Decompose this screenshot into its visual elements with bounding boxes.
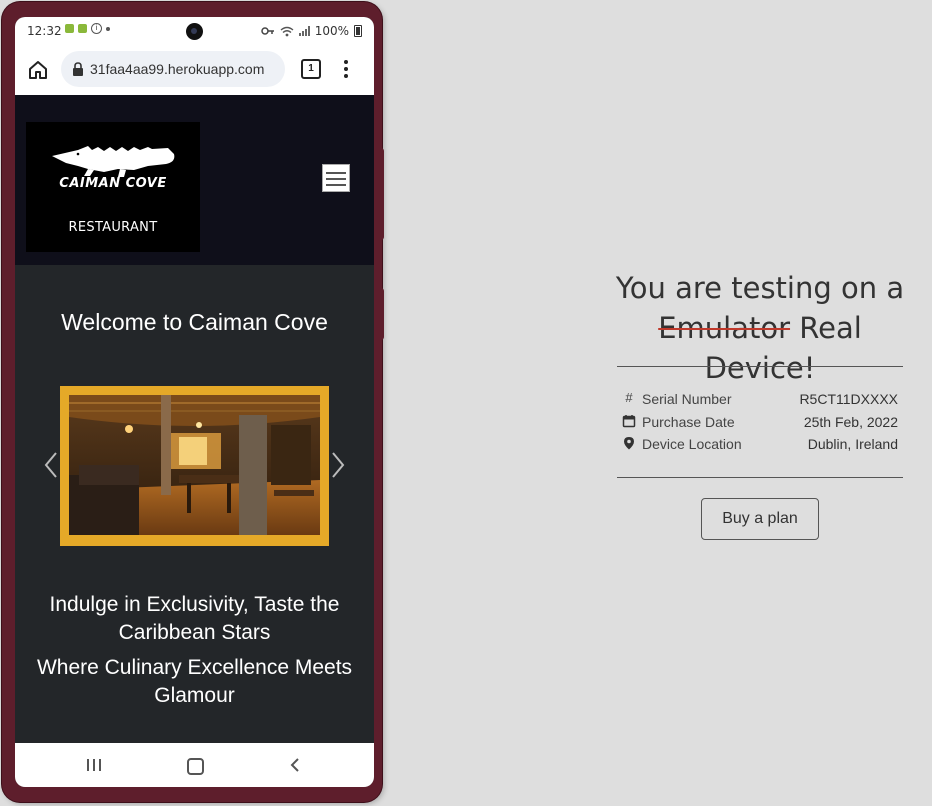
heading-struck-word: Emulator [658, 311, 791, 345]
url-text: 31faa4aa99.herokuapp.com [90, 61, 265, 77]
chevron-left-icon[interactable] [43, 451, 59, 479]
restaurant-interior-image [69, 395, 320, 535]
notification-icons: i [65, 23, 110, 34]
key-icon [260, 27, 274, 35]
volume-button [380, 148, 384, 240]
location-label: Device Location [642, 436, 742, 452]
android-nav-bar [15, 743, 374, 787]
battery-icon [354, 25, 362, 37]
recents-icon[interactable] [87, 759, 101, 771]
home-icon[interactable] [27, 59, 49, 81]
serial-label: Serial Number [642, 391, 732, 407]
site-header: CAIMAN COVE RESTAURANT [15, 95, 374, 265]
device-frame: 12:32 i 100% 31faa4aa99.herokuapp.com 1 … [2, 2, 382, 802]
hash-icon: # [625, 390, 633, 405]
divider [617, 366, 903, 367]
address-bar[interactable]: 31faa4aa99.herokuapp.com [61, 51, 285, 87]
android-icon [78, 24, 87, 33]
info-icon: i [91, 23, 102, 34]
site-logo[interactable]: CAIMAN COVE RESTAURANT [26, 122, 200, 252]
more-notifications-icon [106, 26, 110, 31]
buy-plan-button[interactable]: Buy a plan [701, 498, 819, 540]
panel-heading: You are testing on a Emulator Real Devic… [600, 268, 920, 388]
status-bar: 12:32 i 100% [15, 17, 374, 45]
tagline-secondary: Where Culinary Excellence Meets Glamour [36, 656, 353, 707]
back-icon[interactable] [287, 757, 303, 773]
location-value: Dublin, Ireland [807, 436, 898, 452]
purchase-label: Purchase Date [642, 414, 735, 430]
purchase-value: 25th Feb, 2022 [803, 414, 898, 430]
crocodile-logo-icon [52, 146, 175, 177]
image-carousel[interactable] [60, 386, 329, 546]
power-button [380, 288, 384, 340]
home-button-icon[interactable] [187, 758, 204, 775]
tabs-icon[interactable]: 1 [301, 59, 321, 79]
purchase-date-row: Purchase Date 25th Feb, 2022 [622, 412, 898, 432]
android-icon [65, 24, 74, 33]
calendar-icon [622, 415, 636, 428]
tagline-primary: Indulge in Exclusivity, Taste the Caribb… [49, 593, 340, 644]
hamburger-icon[interactable] [322, 164, 350, 192]
heading-prefix: You are testing on a [615, 271, 905, 305]
front-camera [186, 23, 203, 40]
serial-value: R5CT11DXXXX [799, 391, 898, 407]
logo-title: CAIMAN COVE [59, 176, 167, 191]
divider [617, 477, 903, 478]
device-screen: 12:32 i 100% 31faa4aa99.herokuapp.com 1 … [15, 17, 374, 787]
logo-subtitle: RESTAURANT [68, 220, 158, 235]
welcome-heading: Welcome to Caiman Cove [61, 309, 328, 335]
hero-section: Welcome to Caiman Cove Indulge in Exclus… [15, 265, 374, 743]
wifi-icon [280, 26, 294, 36]
device-location-row: Device Location Dublin, Ireland [622, 434, 898, 454]
signal-icon [298, 26, 310, 36]
menu-icon[interactable] [344, 60, 348, 78]
device-info-panel: You are testing on a Emulator Real Devic… [600, 0, 920, 806]
serial-number-row: # Serial Number R5CT11DXXXX [622, 389, 898, 409]
system-icons: 100% [260, 24, 362, 38]
chevron-right-icon[interactable] [330, 451, 346, 479]
battery-percent: 100% [314, 24, 349, 38]
browser-toolbar: 31faa4aa99.herokuapp.com 1 [15, 45, 374, 95]
lock-icon [73, 62, 83, 76]
status-time: 12:32 [27, 24, 62, 38]
location-pin-icon [624, 437, 634, 450]
